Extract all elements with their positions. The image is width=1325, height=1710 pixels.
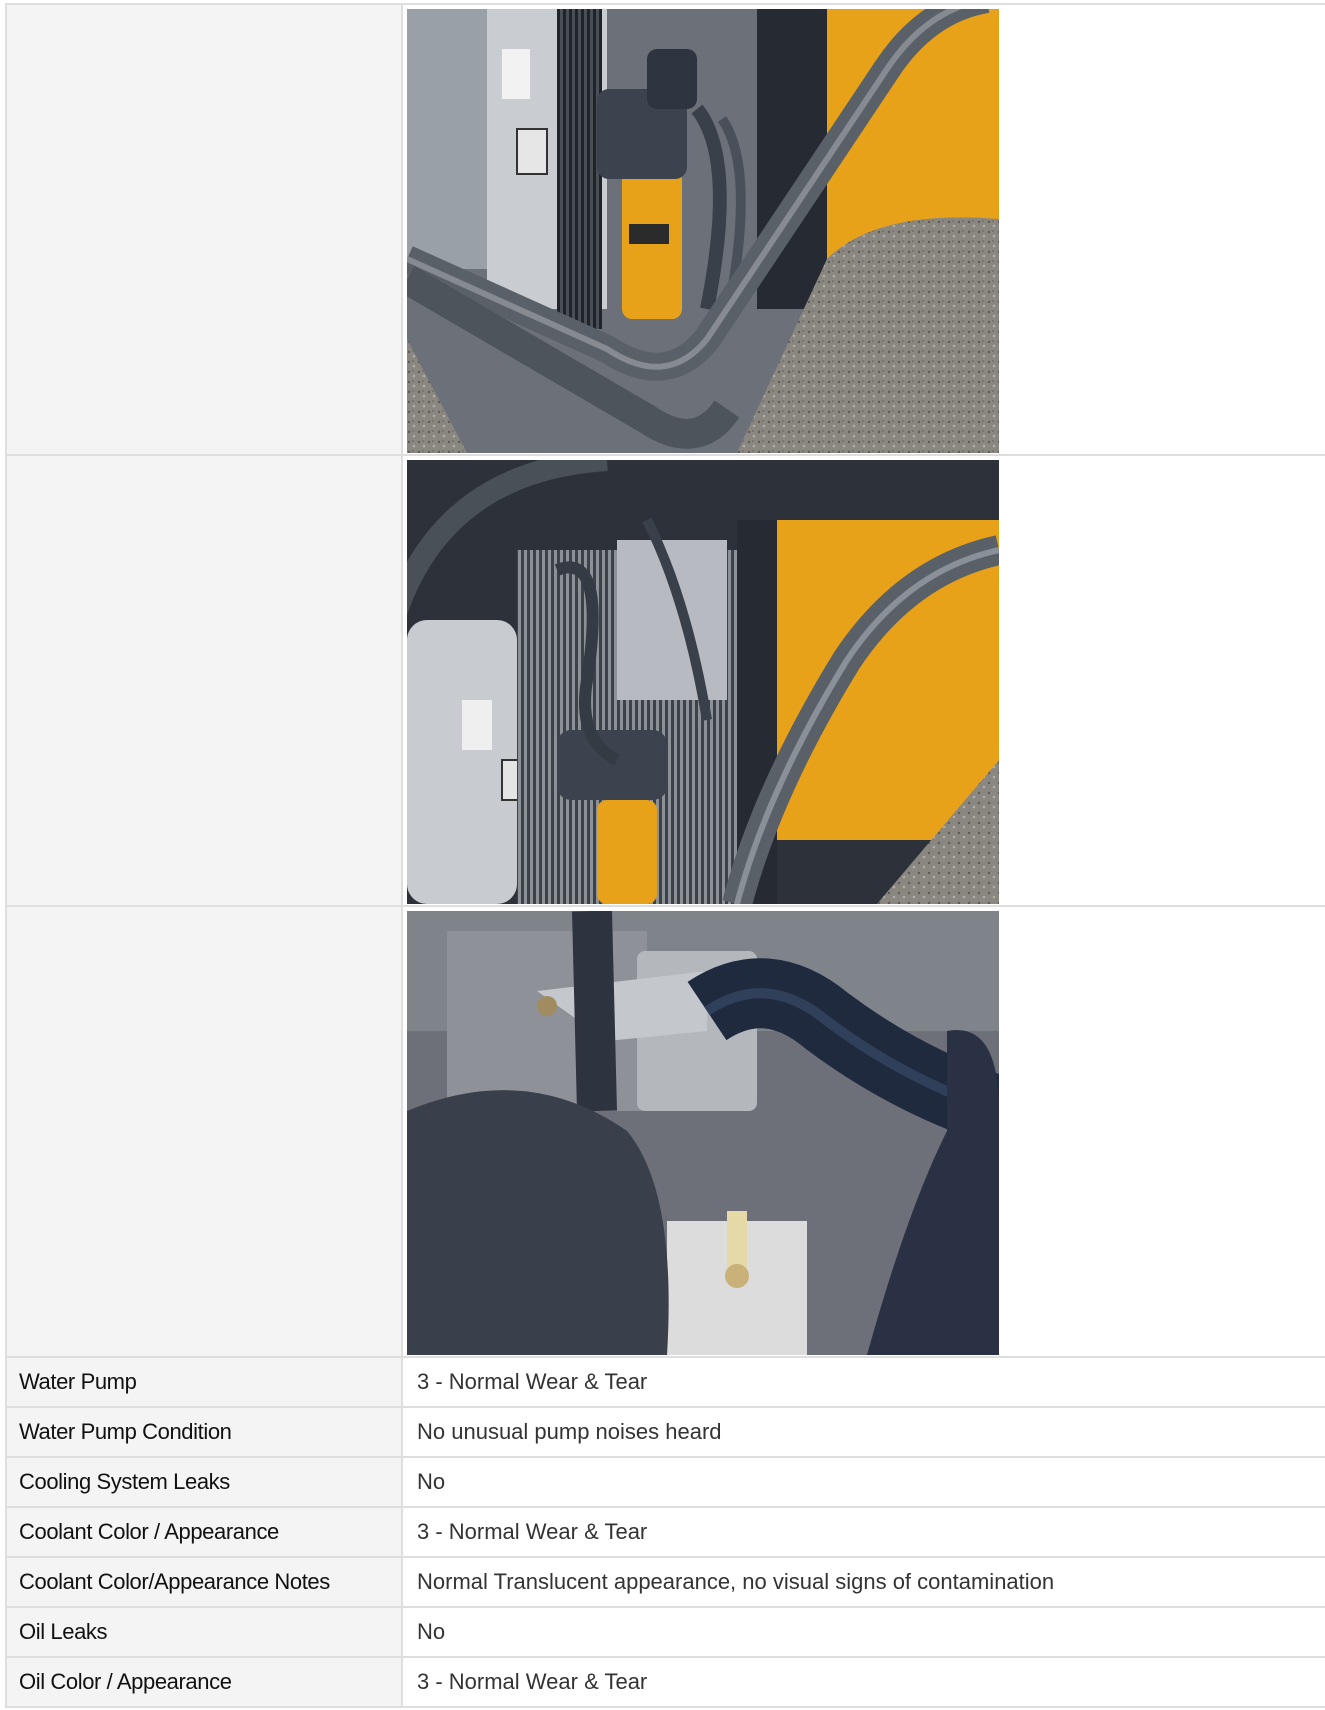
photo-cell <box>401 905 1325 1358</box>
row-label: Coolant Color / Appearance <box>5 1506 403 1558</box>
photo-cell <box>401 454 1325 907</box>
empty-label-cell <box>5 454 403 907</box>
row-label: Coolant Color/Appearance Notes <box>5 1556 403 1608</box>
data-row-water-pump-condition: Water Pump Condition No unusual pump noi… <box>5 1406 1325 1458</box>
row-value: No <box>401 1606 1325 1658</box>
data-row-coolant-color: Coolant Color / Appearance 3 - Normal We… <box>5 1506 1325 1558</box>
row-label: Cooling System Leaks <box>5 1456 403 1508</box>
photo-row <box>5 3 1325 456</box>
row-value: 3 - Normal Wear & Tear <box>401 1506 1325 1558</box>
row-value: 3 - Normal Wear & Tear <box>401 1356 1325 1408</box>
inspection-photo-radiator-wide[interactable] <box>407 460 999 904</box>
data-row-coolant-notes: Coolant Color/Appearance Notes Normal Tr… <box>5 1556 1325 1608</box>
data-row-oil-leaks: Oil Leaks No <box>5 1606 1325 1658</box>
photo-row <box>5 905 1325 1358</box>
photo-cell <box>401 3 1325 456</box>
data-row-oil-color: Oil Color / Appearance 3 - Normal Wear &… <box>5 1656 1325 1708</box>
row-label: Oil Color / Appearance <box>5 1656 403 1708</box>
inspection-photo-engine-hoses[interactable] <box>407 911 999 1355</box>
row-value: Normal Translucent appearance, no visual… <box>401 1556 1325 1608</box>
row-value: No <box>401 1456 1325 1508</box>
row-label: Oil Leaks <box>5 1606 403 1658</box>
photo-row <box>5 454 1325 907</box>
inspection-photo-radiator-side[interactable] <box>407 9 999 453</box>
empty-label-cell <box>5 3 403 456</box>
data-row-water-pump: Water Pump 3 - Normal Wear & Tear <box>5 1356 1325 1408</box>
inspection-report-page: Water Pump 3 - Normal Wear & Tear Water … <box>0 0 1325 1710</box>
row-label: Water Pump <box>5 1356 403 1408</box>
row-value: 3 - Normal Wear & Tear <box>401 1656 1325 1708</box>
row-value: No unusual pump noises heard <box>401 1406 1325 1458</box>
row-label: Water Pump Condition <box>5 1406 403 1458</box>
inspection-table: Water Pump 3 - Normal Wear & Tear Water … <box>5 3 1325 1708</box>
data-row-cooling-system-leaks: Cooling System Leaks No <box>5 1456 1325 1508</box>
empty-label-cell <box>5 905 403 1358</box>
